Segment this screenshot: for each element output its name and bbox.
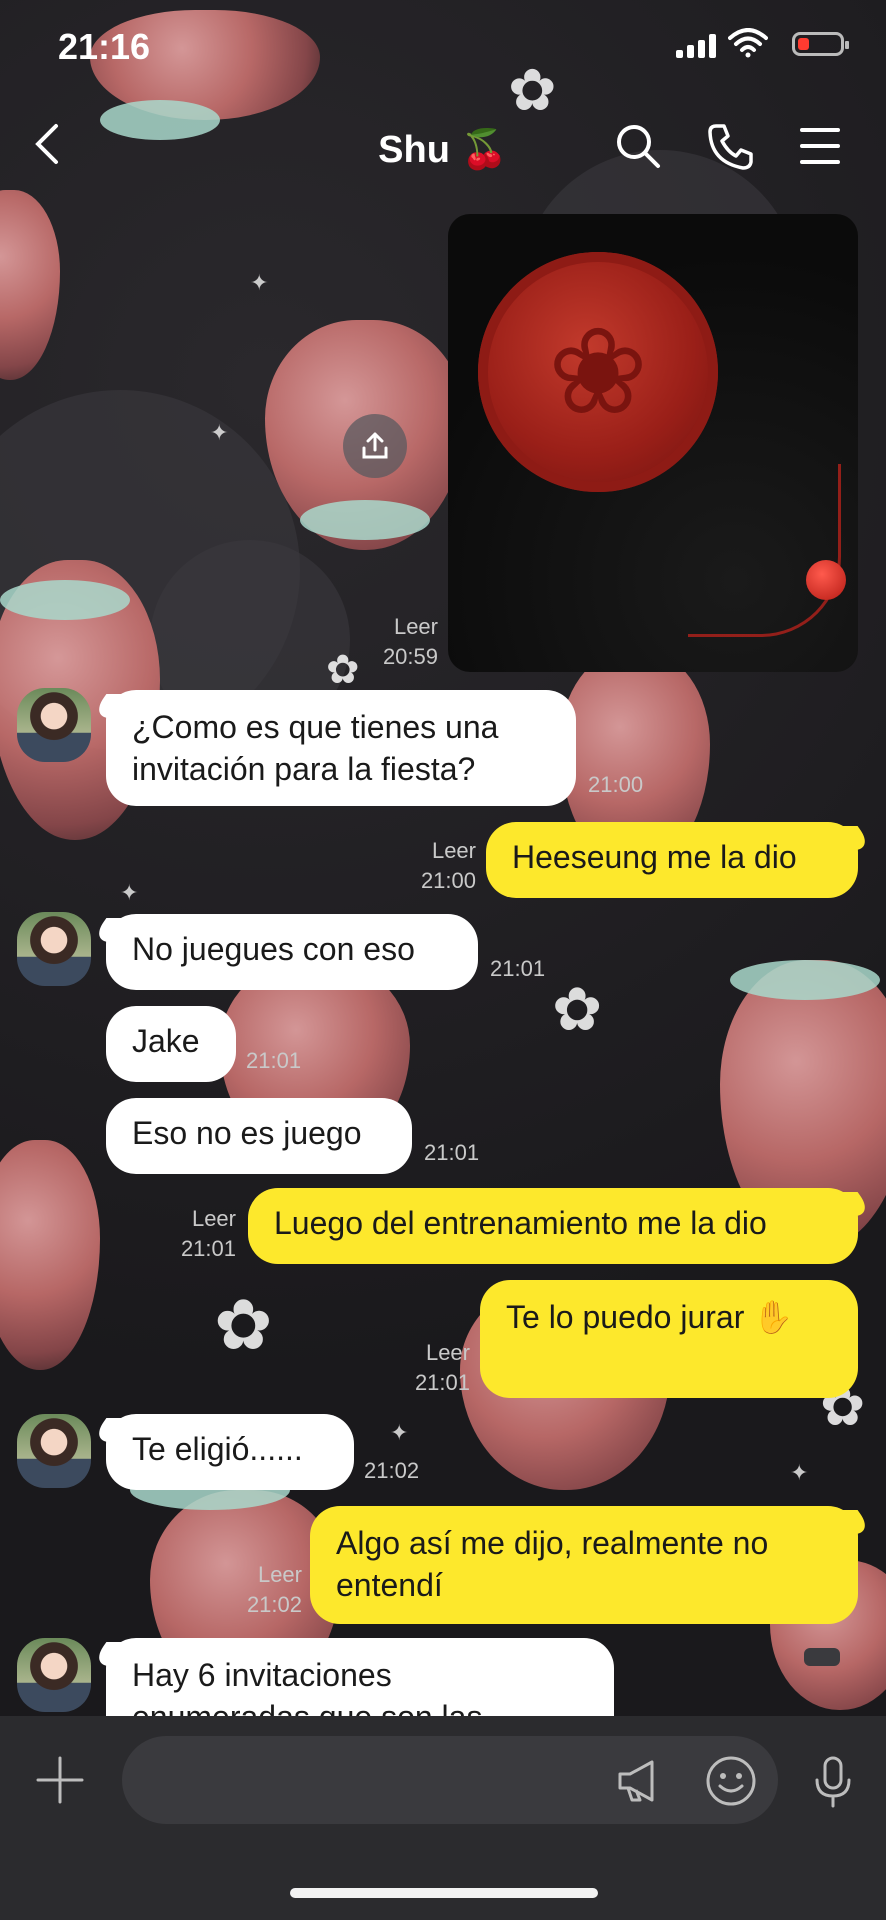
outgoing-message-meta: Leer 21:00 bbox=[400, 836, 476, 896]
incoming-message[interactable]: Eso no es juego bbox=[106, 1098, 412, 1174]
status-time: 21:16 bbox=[58, 26, 151, 67]
home-indicator[interactable] bbox=[290, 1888, 598, 1898]
microphone-icon[interactable] bbox=[806, 1754, 860, 1808]
megaphone-icon[interactable] bbox=[612, 1754, 666, 1808]
incoming-message[interactable]: Te eligió...... bbox=[106, 1414, 354, 1490]
emoji-icon[interactable] bbox=[704, 1754, 758, 1808]
message-text: Heeseung me la dio bbox=[512, 839, 797, 875]
outgoing-message[interactable]: Luego del entrenamiento me la dio bbox=[248, 1188, 858, 1264]
message-text: Jake bbox=[132, 1023, 200, 1059]
message-time: 21:02 bbox=[246, 1592, 302, 1617]
wifi-icon bbox=[728, 28, 768, 58]
outgoing-message[interactable]: Te lo puedo jurar ✋ bbox=[480, 1280, 858, 1398]
message-time: 21:01 bbox=[180, 1236, 236, 1261]
read-receipt: Leer bbox=[431, 838, 476, 863]
message-time: 21:00 bbox=[420, 868, 476, 893]
message-text: invitación para la fiesta? bbox=[132, 751, 476, 787]
wax-seal-photo[interactable]: ❀ bbox=[448, 214, 858, 672]
read-receipt: Leer bbox=[257, 1562, 302, 1587]
red-string bbox=[688, 464, 841, 637]
message-text: Te lo puedo jurar ✋ bbox=[506, 1299, 794, 1335]
incoming-message[interactable]: No juegues con eso bbox=[106, 914, 478, 990]
incoming-message[interactable]: ¿Como es que tienes una invitación para … bbox=[106, 690, 576, 806]
message-input[interactable] bbox=[122, 1736, 778, 1824]
message-text: Eso no es juego bbox=[132, 1115, 362, 1151]
avatar[interactable] bbox=[17, 688, 91, 762]
battery-icon bbox=[792, 32, 849, 56]
plus-icon[interactable] bbox=[34, 1754, 86, 1806]
message-time: 21:01 bbox=[246, 1048, 302, 1073]
message-text: ¿Como es que tienes una bbox=[132, 709, 499, 745]
message-text: Algo así me dijo, realmente no bbox=[336, 1525, 769, 1561]
outgoing-message[interactable]: Algo así me dijo, realmente no entendí bbox=[310, 1506, 858, 1624]
read-receipt: Leer bbox=[425, 1340, 470, 1365]
message-time: 21:00 bbox=[588, 772, 644, 797]
avatar[interactable] bbox=[17, 1414, 91, 1488]
message-time: 21:01 bbox=[424, 1140, 480, 1165]
phone-icon[interactable] bbox=[706, 122, 754, 170]
message-time: 21:02 bbox=[364, 1458, 420, 1483]
status-bar: 21:16 bbox=[0, 0, 886, 92]
outgoing-message-meta: Leer 21:01 bbox=[160, 1204, 236, 1264]
message-time: 20:59 bbox=[382, 644, 438, 669]
incoming-message[interactable]: Jake bbox=[106, 1006, 236, 1082]
message-time: 21:01 bbox=[414, 1370, 470, 1395]
menu-icon[interactable] bbox=[796, 122, 844, 170]
avatar[interactable] bbox=[17, 912, 91, 986]
message-text: Luego del entrenamiento me la dio bbox=[274, 1205, 767, 1241]
avatar[interactable] bbox=[17, 1638, 91, 1712]
wax-bead bbox=[806, 560, 846, 600]
outgoing-message-meta: Leer 21:02 bbox=[226, 1560, 302, 1620]
share-button[interactable] bbox=[343, 414, 407, 478]
message-text: No juegues con eso bbox=[132, 931, 415, 967]
outgoing-message-meta: Leer 21:01 bbox=[390, 1338, 470, 1398]
outgoing-message[interactable]: Heeseung me la dio bbox=[486, 822, 858, 898]
chat-header: Shu 🍒 bbox=[0, 100, 886, 190]
wax-seal: ❀ bbox=[478, 252, 718, 492]
scroll-to-bottom-button[interactable] bbox=[804, 1648, 840, 1666]
message-text: Te eligió...... bbox=[132, 1431, 303, 1467]
cellular-signal-icon bbox=[676, 34, 716, 58]
search-icon[interactable] bbox=[614, 122, 662, 170]
image-message-meta: Leer 20:59 bbox=[350, 612, 438, 672]
message-text: Hay 6 invitaciones bbox=[132, 1657, 392, 1693]
read-receipt: Leer bbox=[191, 1206, 236, 1231]
message-text: entendí bbox=[336, 1567, 443, 1603]
share-icon bbox=[362, 432, 388, 459]
read-receipt: Leer bbox=[393, 614, 438, 639]
message-time: 21:01 bbox=[490, 956, 546, 981]
